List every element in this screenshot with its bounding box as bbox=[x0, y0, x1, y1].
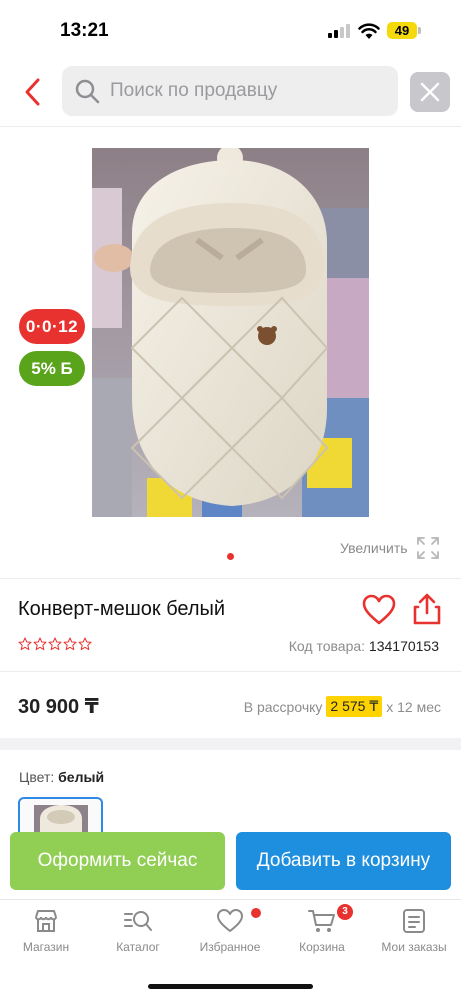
search-box[interactable] bbox=[62, 66, 398, 116]
search-icon bbox=[75, 79, 100, 104]
zoom-label: Увеличить bbox=[340, 540, 408, 556]
tab-label: Магазин bbox=[22, 940, 70, 954]
favorites-notification-dot bbox=[251, 908, 261, 918]
star-icon bbox=[63, 637, 77, 651]
tab-label: Корзина bbox=[299, 940, 345, 954]
tab-label: Каталог bbox=[116, 940, 160, 954]
section-separator bbox=[0, 738, 461, 750]
orders-icon bbox=[403, 909, 425, 933]
product-title: Конверт-мешок белый bbox=[18, 598, 226, 620]
product-sku: Код товара: 134170153 bbox=[289, 638, 439, 654]
add-to-cart-button[interactable]: Добавить в корзину bbox=[236, 832, 451, 890]
star-icon bbox=[78, 637, 92, 651]
installment-amount: 2 575 ₸ bbox=[326, 696, 383, 717]
tab-favorites[interactable]: Избранное bbox=[184, 908, 276, 962]
home-indicator bbox=[148, 984, 313, 989]
search-header bbox=[0, 62, 461, 122]
installment-info[interactable]: В рассрочку 2 575 ₸ х 12 мес bbox=[244, 696, 441, 717]
heart-icon bbox=[217, 909, 243, 932]
tab-shop[interactable]: Магазин bbox=[0, 908, 92, 962]
installment-suffix: х 12 мес bbox=[386, 698, 441, 715]
installment-prefix: В рассрочку bbox=[243, 698, 323, 715]
favorite-button[interactable] bbox=[362, 594, 396, 626]
search-input[interactable] bbox=[110, 66, 390, 116]
battery-icon: 49 bbox=[387, 22, 417, 39]
color-label: Цвет: белый bbox=[19, 769, 104, 785]
share-button[interactable] bbox=[412, 592, 442, 626]
tab-label: Мои заказы bbox=[381, 940, 447, 954]
battery-nub bbox=[418, 27, 421, 34]
bonus-badge: 5% Б bbox=[19, 351, 85, 386]
section-divider bbox=[0, 578, 461, 579]
sku-value: 134170153 bbox=[368, 638, 439, 654]
tab-label: Избранное bbox=[199, 940, 261, 954]
close-icon bbox=[420, 82, 440, 102]
expand-icon bbox=[416, 537, 439, 559]
wifi-icon bbox=[358, 23, 380, 39]
product-image[interactable] bbox=[92, 148, 369, 517]
star-icon bbox=[48, 637, 62, 651]
section-divider bbox=[0, 671, 461, 672]
header-divider bbox=[0, 126, 461, 127]
color-label-text: Цвет: bbox=[19, 769, 55, 785]
star-icon bbox=[33, 637, 47, 651]
tab-orders[interactable]: Мои заказы bbox=[368, 908, 460, 962]
shop-icon bbox=[35, 910, 57, 932]
cart-icon bbox=[308, 910, 335, 932]
back-button[interactable] bbox=[18, 74, 48, 110]
status-bar: 13:21 49 bbox=[0, 0, 461, 62]
rating-stars bbox=[18, 637, 92, 653]
zoom-button[interactable]: Увеличить bbox=[340, 535, 440, 561]
star-icon bbox=[18, 637, 32, 651]
catalog-search-icon bbox=[124, 911, 152, 931]
signal-icon bbox=[328, 24, 352, 38]
color-value: белый bbox=[58, 769, 105, 785]
cart-count-badge: 3 bbox=[337, 904, 353, 920]
carousel-dot-active[interactable] bbox=[227, 553, 234, 560]
status-time: 13:21 bbox=[60, 20, 109, 41]
product-price: 30 900 ₸ bbox=[18, 696, 99, 718]
tab-cart[interactable]: 3 Корзина bbox=[276, 904, 368, 962]
checkout-now-button[interactable]: Оформить сейчас bbox=[10, 832, 225, 890]
clear-search-button[interactable] bbox=[410, 72, 450, 112]
sku-label: Код товара: bbox=[288, 638, 366, 654]
tab-catalog[interactable]: Каталог bbox=[92, 908, 184, 962]
product-photo bbox=[92, 148, 369, 517]
timer-badge: 0·0·12 bbox=[19, 309, 85, 344]
